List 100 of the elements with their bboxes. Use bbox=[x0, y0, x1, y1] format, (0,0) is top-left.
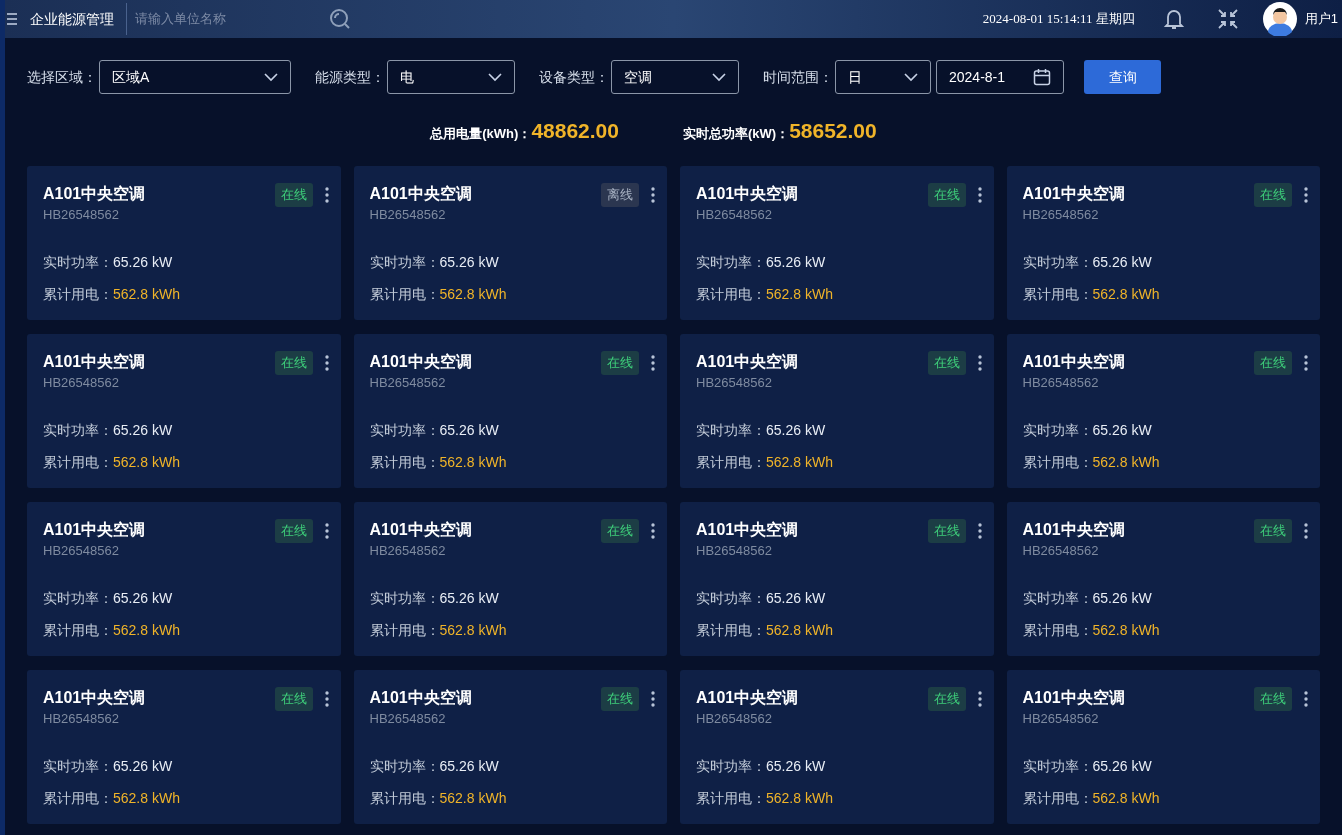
energy-value: 562.8 kWh bbox=[439, 284, 507, 303]
more-options-icon[interactable] bbox=[651, 690, 655, 707]
power-value: 65.26 kW bbox=[1092, 252, 1152, 271]
device-name: A101中央空调 bbox=[696, 520, 799, 540]
more-options-icon[interactable] bbox=[977, 690, 982, 707]
status-badge: 在线 bbox=[274, 183, 313, 207]
energy-label: 累计用电： bbox=[1022, 452, 1093, 471]
power-label: 实时功率： bbox=[43, 252, 113, 271]
more-options-icon[interactable] bbox=[651, 354, 655, 371]
energy-value: 562.8 kWh bbox=[439, 452, 507, 471]
bell-icon[interactable] bbox=[1162, 7, 1185, 31]
device-name: A101中央空调 bbox=[1022, 352, 1125, 372]
more-options-icon[interactable] bbox=[977, 522, 982, 539]
dropdown[interactable]: 空调 bbox=[611, 60, 739, 94]
more-options-icon[interactable] bbox=[324, 354, 329, 371]
device-card[interactable]: A101中央空调 在线 HB26548562 实时功率：65.26 kW 累计用电：562.8 kWh bbox=[680, 166, 994, 320]
dropdown[interactable]: 区域A bbox=[99, 60, 291, 94]
power-value: 65.26 kW bbox=[439, 252, 499, 271]
device-code: HB26548562 bbox=[1022, 710, 1100, 727]
status-badge: 在线 bbox=[274, 351, 313, 375]
energy-value: 562.8 kWh bbox=[113, 452, 180, 471]
device-card[interactable]: A101中央空调 在线 HB26548562 实时功率：65.26 kW 累计用电：562.8 kWh bbox=[27, 166, 341, 320]
more-options-icon[interactable] bbox=[1304, 186, 1308, 203]
device-name: A101中央空调 bbox=[43, 520, 146, 540]
more-options-icon[interactable] bbox=[1304, 522, 1308, 539]
more-options-icon[interactable] bbox=[651, 522, 655, 539]
device-card[interactable]: A101中央空调 在线 HB26548562 实时功率：65.26 kW 累计用电：562.8 kWh bbox=[680, 334, 994, 488]
device-card[interactable]: A101中央空调 在线 HB26548562 实时功率：65.26 kW 累计用电：562.8 kWh bbox=[353, 502, 667, 656]
device-card[interactable]: A101中央空调 在线 HB26548562 实时功率：65.26 kW 累计用电：562.8 kWh bbox=[1006, 670, 1320, 824]
device-card[interactable]: A101中央空调 在线 HB26548562 实时功率：65.26 kW 累计用电：562.8 kWh bbox=[1006, 334, 1320, 488]
device-name: A101中央空调 bbox=[1022, 184, 1125, 204]
device-code: HB26548562 bbox=[43, 542, 120, 559]
search-field[interactable]: 请输入单位名称 bbox=[135, 9, 305, 29]
collapse-icon[interactable] bbox=[1216, 8, 1239, 30]
more-options-icon[interactable] bbox=[324, 522, 329, 539]
filter-label: 设备类型： bbox=[539, 67, 609, 87]
power-label: 实时功率： bbox=[1022, 252, 1093, 271]
energy-label: 累计用电： bbox=[43, 788, 113, 807]
device-card[interactable]: A101中央空调 在线 HB26548562 实时功率：65.26 kW 累计用电：562.8 kWh bbox=[27, 670, 341, 824]
device-card[interactable]: A101中央空调 离线 HB26548562 实时功率：65.26 kW 累计用电：562.8 kWh bbox=[353, 166, 667, 320]
power-label: 实时功率： bbox=[696, 420, 766, 439]
power-value: 65.26 kW bbox=[1092, 756, 1152, 775]
power-value: 65.26 kW bbox=[113, 252, 173, 271]
energy-value: 562.8 kWh bbox=[1092, 452, 1160, 471]
power-label: 实时功率： bbox=[369, 420, 440, 439]
power-value: 65.26 kW bbox=[113, 420, 173, 439]
more-options-icon[interactable] bbox=[1304, 354, 1308, 371]
device-name: A101中央空调 bbox=[43, 688, 146, 708]
more-options-icon[interactable] bbox=[324, 186, 329, 203]
device-code: HB26548562 bbox=[1022, 206, 1100, 223]
dropdown[interactable]: 日 bbox=[835, 60, 931, 94]
energy-value: 562.8 kWh bbox=[1092, 620, 1160, 639]
device-card[interactable]: A101中央空调 在线 HB26548562 实时功率：65.26 kW 累计用电：562.8 kWh bbox=[680, 502, 994, 656]
device-card[interactable]: A101中央空调 在线 HB26548562 实时功率：65.26 kW 累计用电：562.8 kWh bbox=[27, 334, 341, 488]
energy-label: 累计用电： bbox=[43, 620, 113, 639]
device-card[interactable]: A101中央空调 在线 HB26548562 实时功率：65.26 kW 累计用电：562.8 kWh bbox=[353, 670, 667, 824]
more-options-icon[interactable] bbox=[324, 690, 329, 707]
device-code: HB26548562 bbox=[43, 710, 120, 727]
filter-label: 能源类型： bbox=[315, 67, 385, 87]
user-name[interactable]: 用户1 bbox=[1304, 9, 1338, 29]
device-card[interactable]: A101中央空调 在线 HB26548562 实时功率：65.26 kW 累计用电：562.8 kWh bbox=[680, 670, 994, 824]
energy-value: 562.8 kWh bbox=[1092, 788, 1160, 807]
dropdown[interactable]: 电 bbox=[387, 60, 515, 94]
device-card[interactable]: A101中央空调 在线 HB26548562 实时功率：65.26 kW 累计用电：562.8 kWh bbox=[27, 502, 341, 656]
power-value: 65.26 kW bbox=[113, 588, 173, 607]
status-badge: 在线 bbox=[927, 519, 966, 543]
device-card[interactable]: A101中央空调 在线 HB26548562 实时功率：65.26 kW 累计用电：562.8 kWh bbox=[1006, 502, 1320, 656]
status-badge: 在线 bbox=[274, 687, 313, 711]
energy-value: 562.8 kWh bbox=[113, 620, 180, 639]
status-badge: 在线 bbox=[601, 687, 639, 711]
avatar-icon[interactable] bbox=[1262, 2, 1297, 36]
status-badge: 在线 bbox=[927, 687, 966, 711]
chevron-down-icon bbox=[488, 72, 502, 82]
device-name: A101中央空调 bbox=[1022, 520, 1125, 540]
device-card[interactable]: A101中央空调 在线 HB26548562 实时功率：65.26 kW 累计用电：562.8 kWh bbox=[353, 334, 667, 488]
query-button[interactable]: 查询 bbox=[1084, 60, 1161, 94]
energy-value: 562.8 kWh bbox=[439, 620, 507, 639]
device-name: A101中央空调 bbox=[43, 184, 146, 204]
total-value: 58652.00 bbox=[789, 118, 877, 145]
search-icon[interactable] bbox=[329, 8, 351, 30]
device-code: HB26548562 bbox=[696, 206, 773, 223]
more-options-icon[interactable] bbox=[651, 186, 655, 203]
device-name: A101中央空调 bbox=[696, 688, 799, 708]
menu-icon[interactable] bbox=[6, 12, 18, 26]
status-badge: 离线 bbox=[601, 183, 639, 207]
device-name: A101中央空调 bbox=[369, 184, 472, 204]
chevron-down-icon bbox=[904, 72, 918, 82]
status-badge: 在线 bbox=[927, 183, 966, 207]
more-options-icon[interactable] bbox=[977, 354, 982, 371]
device-code: HB26548562 bbox=[696, 374, 773, 391]
energy-label: 累计用电： bbox=[696, 620, 766, 639]
date-field[interactable]: 2024-8-1 bbox=[936, 60, 1064, 94]
device-code: HB26548562 bbox=[696, 542, 773, 559]
more-options-icon[interactable] bbox=[1304, 690, 1308, 707]
device-name: A101中央空调 bbox=[696, 352, 799, 372]
filter-label: 时间范围： bbox=[763, 67, 833, 87]
status-badge: 在线 bbox=[927, 351, 966, 375]
power-value: 65.26 kW bbox=[439, 756, 499, 775]
device-card[interactable]: A101中央空调 在线 HB26548562 实时功率：65.26 kW 累计用电：562.8 kWh bbox=[1006, 166, 1320, 320]
more-options-icon[interactable] bbox=[977, 186, 982, 203]
